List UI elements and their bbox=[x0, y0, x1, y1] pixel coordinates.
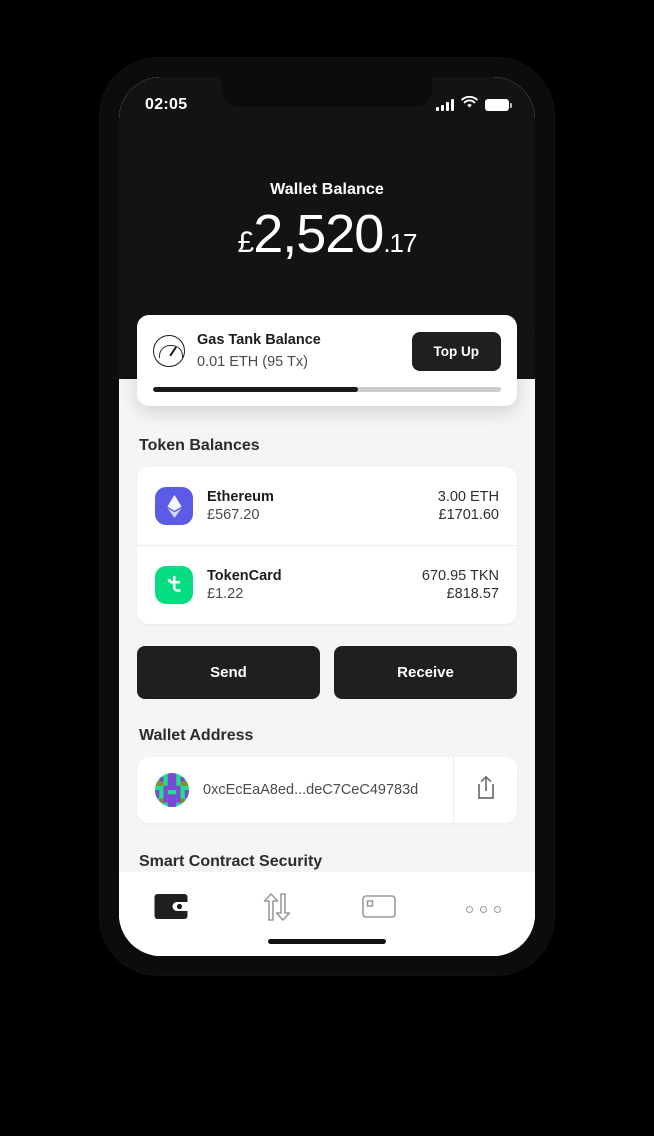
battery-icon bbox=[485, 99, 512, 111]
table-row[interactable]: Ethereum £567.20 3.00 ETH £1701.60 bbox=[137, 467, 517, 545]
token-value: £1701.60 bbox=[438, 507, 499, 523]
wallet-balance-amount: £2,520.17 bbox=[119, 207, 535, 261]
receive-button[interactable]: Receive bbox=[334, 646, 517, 699]
signal-bars-icon bbox=[436, 99, 454, 111]
nav-item-card[interactable] bbox=[327, 886, 431, 932]
token-price: £1.22 bbox=[207, 586, 244, 602]
wallet-balance-label: Wallet Balance bbox=[270, 181, 384, 198]
transfer-arrows-icon bbox=[257, 892, 293, 927]
ethereum-icon bbox=[155, 487, 193, 525]
gas-tank-title: Gas Tank Balance bbox=[197, 332, 321, 348]
gauge-icon bbox=[153, 335, 185, 368]
send-button[interactable]: Send bbox=[137, 646, 320, 699]
gas-tank-progress-track bbox=[153, 386, 501, 392]
nav-item-transfers[interactable] bbox=[223, 886, 327, 932]
token-balances-heading: Token Balances bbox=[139, 437, 260, 454]
nav-item-wallet[interactable] bbox=[119, 886, 223, 932]
top-up-button[interactable]: Top Up bbox=[411, 331, 501, 371]
token-name: Ethereum bbox=[207, 489, 274, 505]
wallet-address-card: 0xcEcEaA8ed...deC7CeC49783d bbox=[137, 757, 517, 823]
token-name: TokenCard bbox=[207, 568, 282, 584]
wallet-address-value: 0xcEcEaA8ed...deC7CeC49783d bbox=[203, 782, 419, 798]
token-quantity: 670.95 TKN bbox=[421, 568, 499, 584]
share-icon bbox=[475, 775, 497, 806]
home-indicator bbox=[268, 939, 386, 944]
currency-symbol: £ bbox=[237, 226, 255, 259]
token-info: TokenCard £1.22 bbox=[207, 568, 422, 602]
token-info: Ethereum £567.20 bbox=[207, 489, 438, 523]
balance-integer-part: 2,520 bbox=[253, 204, 384, 264]
gas-tank-subtitle: 0.01 ETH (95 Tx) bbox=[197, 353, 308, 370]
card-icon bbox=[362, 894, 396, 924]
phone-screen: Wallet Balance £2,520.17 02:05 Gas Tank … bbox=[119, 77, 535, 956]
gas-tank-row: Gas Tank Balance 0.01 ETH (95 Tx) Top Up bbox=[153, 331, 501, 372]
tokencard-icon bbox=[155, 566, 193, 604]
token-price: £567.20 bbox=[207, 507, 260, 523]
status-icons bbox=[436, 95, 512, 114]
token-amounts: 3.00 ETH £1701.60 bbox=[438, 489, 499, 523]
wallet-actions: Send Receive bbox=[137, 646, 517, 699]
smart-contract-security-heading: Smart Contract Security bbox=[139, 853, 323, 870]
gas-tank-card[interactable]: Gas Tank Balance 0.01 ETH (95 Tx) Top Up bbox=[137, 315, 517, 406]
token-quantity: 3.00 ETH bbox=[437, 489, 499, 505]
balance-decimal-part: .17 bbox=[383, 228, 417, 258]
status-time: 02:05 bbox=[145, 96, 188, 113]
token-balances-card: Ethereum £567.20 3.00 ETH £1701.60 Token… bbox=[137, 467, 517, 624]
table-row[interactable]: TokenCard £1.22 670.95 TKN £818.57 bbox=[137, 545, 517, 624]
wallet-balance-block: Wallet Balance £2,520.17 bbox=[119, 181, 535, 261]
wallet-address-heading: Wallet Address bbox=[139, 727, 254, 744]
token-amounts: 670.95 TKN £818.57 bbox=[422, 568, 499, 602]
content-stack: Token Balances Ethereum £567.20 3.00 ETH… bbox=[119, 437, 535, 883]
gas-tank-progress-fill bbox=[153, 386, 359, 392]
gas-tank-text: Gas Tank Balance 0.01 ETH (95 Tx) bbox=[197, 331, 412, 372]
nav-item-more[interactable] bbox=[431, 886, 535, 932]
more-dots-icon bbox=[465, 905, 501, 913]
wifi-icon bbox=[461, 95, 478, 114]
blockie-avatar bbox=[155, 773, 189, 807]
wallet-address-main[interactable]: 0xcEcEaA8ed...deC7CeC49783d bbox=[137, 757, 453, 823]
phone-frame: Wallet Balance £2,520.17 02:05 Gas Tank … bbox=[100, 58, 554, 975]
token-value: £818.57 bbox=[446, 586, 499, 602]
share-button[interactable] bbox=[453, 757, 517, 823]
device-notch bbox=[222, 77, 432, 107]
wallet-icon bbox=[154, 893, 188, 925]
